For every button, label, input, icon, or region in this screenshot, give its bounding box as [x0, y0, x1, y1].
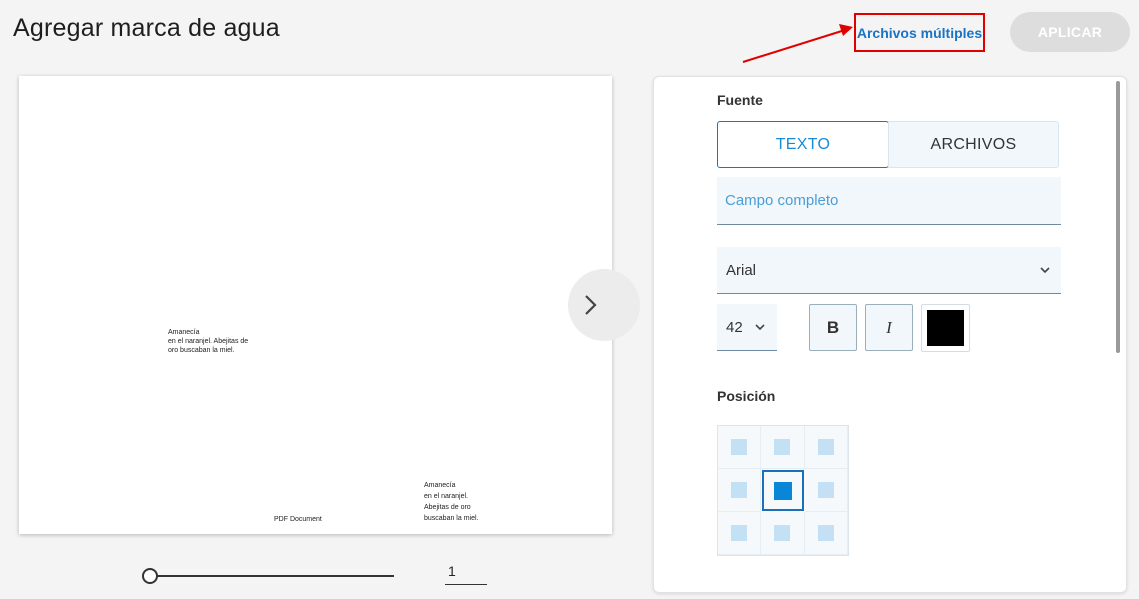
position-dot — [731, 482, 748, 498]
chevron-right-icon — [585, 295, 597, 315]
page-number-input[interactable]: 1 — [445, 563, 487, 585]
position-dot — [817, 482, 834, 498]
watermark-line: en el naranjel. — [424, 493, 468, 500]
position-middle-left[interactable] — [718, 469, 762, 512]
page-title: Agregar marca de agua — [13, 14, 280, 42]
position-top-center[interactable] — [761, 426, 805, 469]
apply-button[interactable]: APLICAR — [1010, 12, 1130, 52]
position-dot — [731, 439, 748, 455]
position-grid — [717, 425, 849, 556]
tab-text[interactable]: TEXTO — [717, 121, 889, 168]
zoom-slider-track[interactable] — [150, 575, 394, 577]
position-dot — [817, 525, 834, 541]
watermark-text-input[interactable] — [717, 177, 1061, 225]
chevron-down-icon — [755, 324, 765, 331]
panel-scrollbar[interactable] — [1116, 81, 1120, 353]
position-dot — [731, 525, 748, 541]
source-label: Fuente — [717, 92, 763, 108]
watermark-line: oro buscaban la miel. — [168, 347, 235, 354]
position-bottom-right[interactable] — [804, 512, 848, 555]
multiple-files-link[interactable]: Archivos múltiples — [854, 13, 985, 52]
position-label: Posición — [717, 388, 776, 404]
watermark-line: Abejitas de oro — [424, 504, 471, 511]
watermark-line: buscaban la miel. — [424, 515, 479, 522]
watermark-line: Amanecía — [168, 329, 200, 336]
document-preview: Amanecía en el naranjel. Abejitas de oro… — [19, 76, 612, 534]
color-picker-button[interactable] — [921, 304, 970, 352]
zoom-slider-thumb[interactable] — [142, 568, 158, 584]
watermark-preview: Amanecía en el naranjel. Abejitas de oro… — [168, 328, 248, 355]
color-swatch — [927, 310, 964, 346]
chevron-down-icon — [1040, 267, 1050, 274]
position-dot — [774, 439, 791, 455]
position-center[interactable] — [762, 470, 804, 511]
annotation-arrow — [742, 24, 853, 63]
position-top-left[interactable] — [718, 426, 762, 469]
font-family-value: Arial — [726, 261, 757, 279]
position-top-right[interactable] — [804, 426, 848, 469]
italic-button[interactable]: I — [865, 304, 913, 351]
document-footer: PDF Document — [274, 516, 322, 523]
font-family-select[interactable]: Arial — [717, 247, 1061, 294]
position-dot-selected — [773, 481, 792, 500]
position-bottom-center[interactable] — [761, 512, 805, 555]
font-size-select[interactable]: 42 — [717, 304, 777, 351]
settings-panel: Fuente TEXTO ARCHIVOS Arial 42 B I Posic… — [653, 76, 1127, 593]
position-middle-right[interactable] — [804, 469, 848, 512]
watermark-line: Amanecía — [424, 482, 456, 489]
bold-button[interactable]: B — [809, 304, 857, 351]
position-dot — [817, 439, 834, 455]
next-page-button[interactable] — [568, 269, 640, 341]
tab-files[interactable]: ARCHIVOS — [888, 121, 1059, 168]
watermark-preview-small: Amanecía en el naranjel. Abejitas de oro… — [424, 480, 478, 524]
position-bottom-left[interactable] — [718, 512, 762, 555]
position-dot — [774, 525, 791, 541]
font-size-value: 42 — [726, 318, 743, 336]
watermark-line: en el naranjel. Abejitas de — [168, 338, 249, 345]
